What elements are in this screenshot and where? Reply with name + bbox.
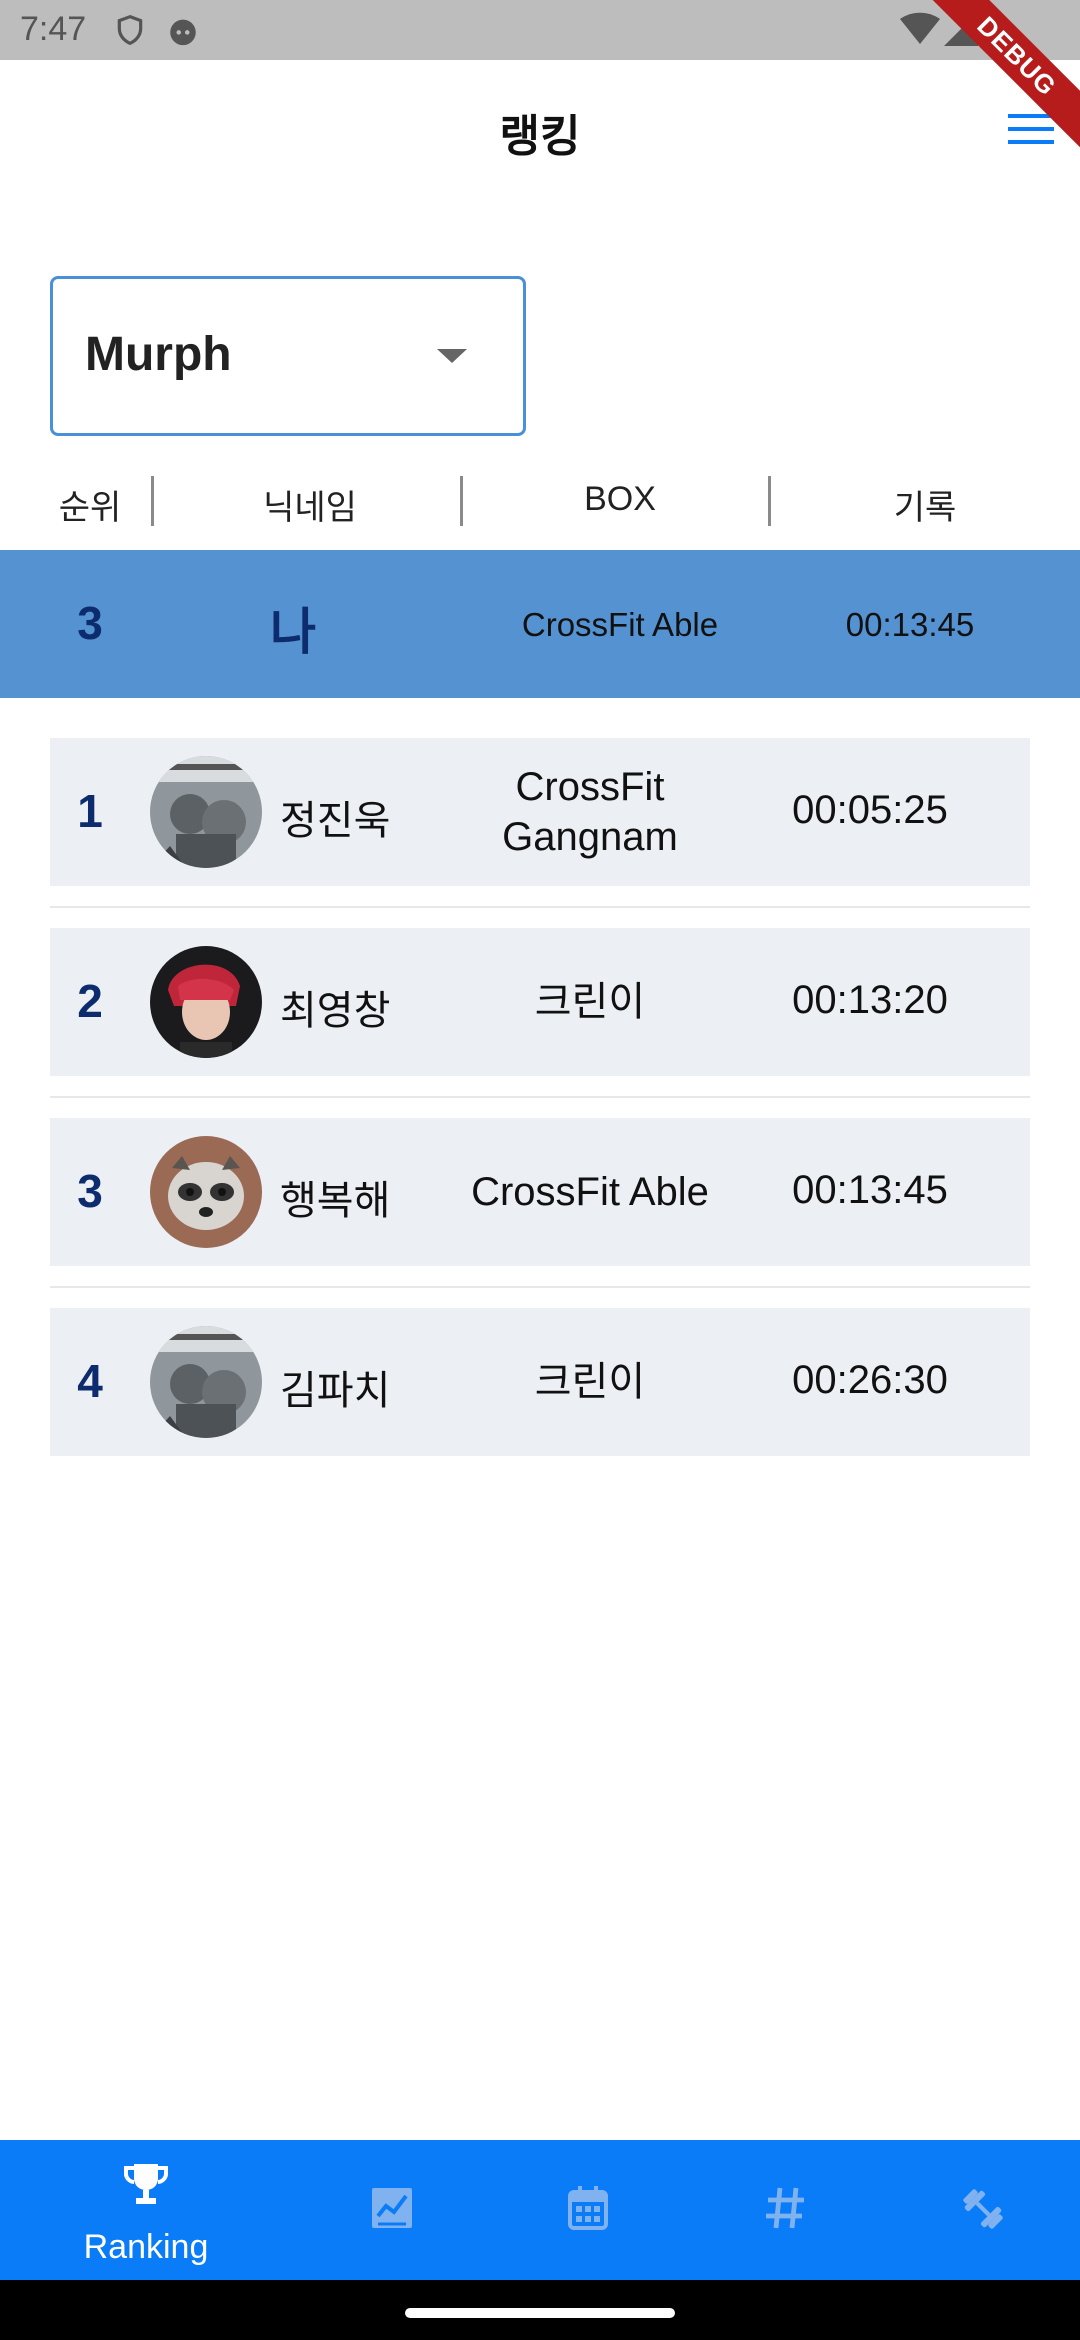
my-box: CrossFit Able	[521, 606, 719, 643]
rank-number: 2	[77, 975, 103, 1027]
box-name: CrossFit Gangnam	[440, 738, 740, 886]
box-line: 크린이	[534, 980, 646, 1024]
header-divider	[151, 476, 154, 526]
ranking-row[interactable]: 1 정진욱 CrossFit Gangnam 00:05:25	[50, 738, 1030, 886]
box-line: 크린이	[534, 1360, 646, 1404]
hashtag-icon	[766, 2187, 804, 2229]
header-divider	[460, 476, 463, 526]
avatar	[150, 1136, 262, 1248]
header-divider	[768, 476, 771, 526]
row-divider	[50, 906, 1030, 908]
ranking-row[interactable]: 4 김파치 크린이 00:26:30	[50, 1308, 1030, 1456]
avatar	[150, 1326, 262, 1438]
row-divider	[50, 1286, 1030, 1288]
box-line: CrossFit	[515, 765, 665, 809]
box-name: CrossFit Able	[440, 1118, 740, 1266]
record-time: 00:26:30	[792, 1358, 948, 1402]
debug-label: DEBUG	[921, 0, 1080, 152]
my-name: 나	[270, 604, 316, 660]
debug-banner: DEBUG	[920, 0, 1080, 160]
ranking-row[interactable]: 3 행복해 CrossFit Able 00:13:45	[50, 1118, 1030, 1266]
header-rank: 순위	[58, 489, 122, 527]
bottom-navigation: Ranking	[0, 2140, 1080, 2280]
header-box: BOX	[584, 480, 656, 518]
android-face-icon	[166, 14, 200, 53]
nav-ranking[interactable]: Ranking	[46, 2140, 246, 2280]
record-time: 00:13:45	[792, 1168, 948, 1212]
caret-down-icon	[437, 349, 467, 370]
rank-number: 3	[77, 1165, 103, 1217]
header-record: 기록	[893, 489, 957, 527]
ranking-row[interactable]: 2 최영창 크린이 00:13:20	[50, 928, 1030, 1076]
page-title: 랭킹	[499, 112, 581, 161]
row-divider	[50, 1096, 1030, 1098]
record-time: 00:13:20	[792, 978, 948, 1022]
shield-icon	[114, 14, 146, 51]
rank-number: 4	[77, 1355, 103, 1407]
trophy-icon	[124, 2164, 168, 2204]
nickname: 최영창	[280, 989, 391, 1033]
status-bar: 7:47	[0, 0, 1080, 60]
nav-workout[interactable]	[882, 2140, 1080, 2280]
nickname: 김파치	[280, 1369, 391, 1413]
home-indicator[interactable]	[405, 2308, 675, 2318]
calendar-icon	[568, 2186, 608, 2230]
nav-hashtag[interactable]	[686, 2140, 886, 2280]
dropdown-selected-value: Murph	[85, 328, 232, 381]
header-nickname: 닉네임	[263, 489, 357, 527]
my-ranking-row: 3 나 CrossFit Able 00:13:45	[0, 550, 1080, 698]
nav-label-ranking: Ranking	[83, 2228, 209, 2266]
box-line: Gangnam	[502, 815, 678, 859]
dumbbell-icon	[963, 2189, 1003, 2229]
nav-calendar[interactable]	[488, 2140, 688, 2280]
system-navigation-bar	[0, 2280, 1080, 2340]
my-rank: 3	[77, 597, 103, 649]
table-header: 순위 닉네임 BOX 기록	[0, 470, 1080, 530]
nickname: 정진욱	[280, 799, 391, 843]
record-time: 00:05:25	[792, 788, 948, 832]
box-line: CrossFit Able	[471, 1170, 709, 1214]
box-name: 크린이	[440, 1308, 740, 1456]
chart-icon	[372, 2188, 412, 2228]
avatar	[150, 756, 262, 868]
workout-dropdown[interactable]: Murph	[50, 276, 526, 436]
box-name: 크린이	[440, 928, 740, 1076]
avatar	[150, 946, 262, 1058]
rank-number: 1	[77, 785, 103, 837]
my-record: 00:13:45	[845, 606, 975, 643]
nav-chart[interactable]	[292, 2140, 492, 2280]
status-time: 7:47	[20, 10, 87, 48]
app-bar: 랭킹	[0, 60, 1080, 200]
nickname: 행복해	[280, 1179, 391, 1223]
